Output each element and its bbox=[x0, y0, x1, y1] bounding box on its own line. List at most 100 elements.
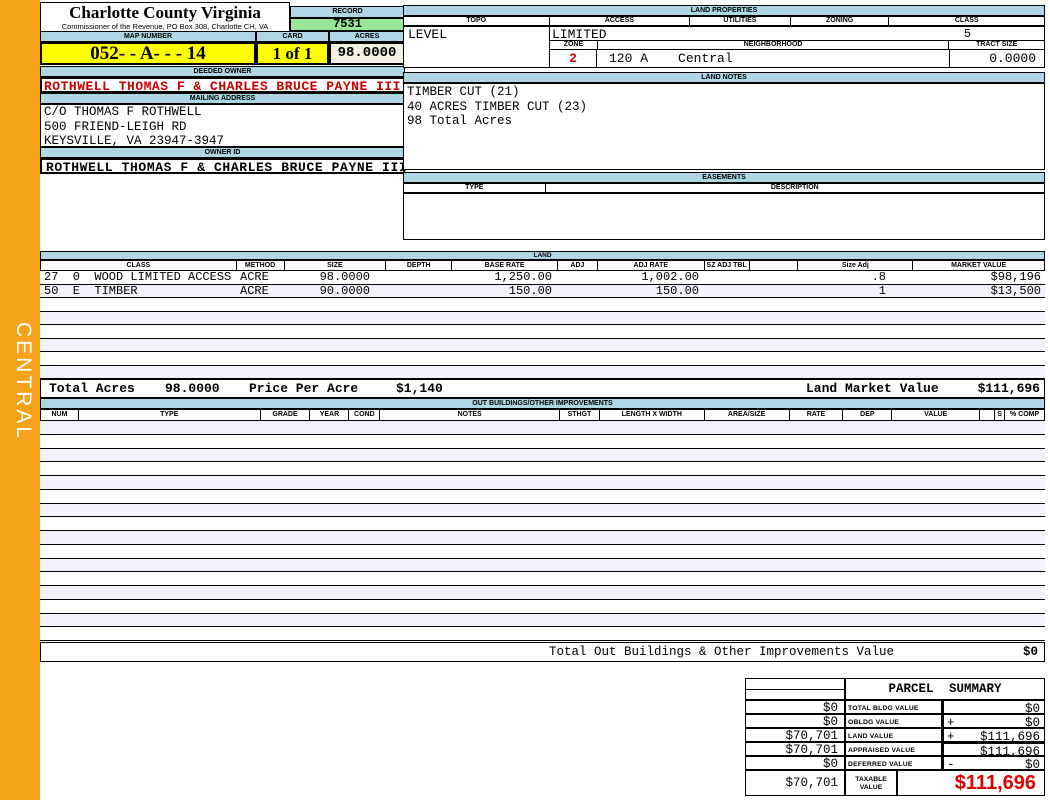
out-buildings-header: OUT BUILDINGS/OTHER IMPROVEMENTS bbox=[40, 398, 1045, 409]
obldg-value-label: OBLDG VALUE bbox=[845, 714, 942, 728]
value: $0 bbox=[1024, 702, 1040, 714]
record-value[interactable]: 7531 bbox=[290, 18, 405, 31]
prior-obldg-value: $0 bbox=[745, 714, 845, 728]
total-bldg-value-label: TOTAL BLDG VALUE bbox=[845, 700, 942, 714]
column-zoning: ZONING bbox=[791, 17, 890, 25]
prior-taxable-value: $70,701 bbox=[745, 770, 845, 796]
empty-row bbox=[40, 517, 1045, 531]
column-adj-rate: ADJ RATE bbox=[598, 261, 705, 270]
column-value: VALUE bbox=[892, 410, 981, 420]
total-acres-label: Total Acres bbox=[49, 381, 135, 396]
topo-value: LEVEL bbox=[408, 27, 448, 42]
card-header: CARD bbox=[256, 31, 329, 42]
land-market-value-total: $111,696 bbox=[977, 381, 1040, 396]
county-title: Charlotte County Virginia bbox=[69, 3, 261, 22]
land-sz-adj-tbl bbox=[705, 285, 750, 298]
column-size-adj: Size Adj bbox=[798, 261, 914, 270]
taxable-label-line: TAXABLE bbox=[855, 776, 887, 783]
column-access: ACCESS bbox=[550, 17, 691, 25]
empty-row bbox=[40, 599, 1045, 614]
land-market-value: $98,196 bbox=[990, 271, 1041, 284]
column-adj: ADJ bbox=[558, 261, 598, 270]
neighborhood-name: Central bbox=[678, 51, 733, 66]
operator: + bbox=[947, 730, 955, 742]
land-section-header: LAND bbox=[40, 251, 1045, 260]
land-size: 90.0000 bbox=[319, 284, 370, 297]
column-tract-size: TRACT SIZE bbox=[976, 41, 1018, 48]
value: $0 bbox=[1024, 716, 1040, 728]
easements-columns: TYPE DESCRIPTION bbox=[403, 183, 1045, 193]
land-size: 98.0000 bbox=[319, 271, 370, 284]
column-cond: COND bbox=[349, 410, 381, 420]
out-buildings-columns: NUM TYPE GRADE YEAR COND NOTES STHGT LEN… bbox=[40, 409, 1045, 421]
deeded-owner-value: ROTHWELL THOMAS F & CHARLES BRUCE PAYNE … bbox=[40, 77, 405, 93]
taxable-value: $111,696 bbox=[897, 770, 1045, 796]
land-method: ACRE bbox=[240, 271, 269, 284]
column-market-value: MARKET VALUE bbox=[951, 262, 1007, 269]
acres-value[interactable]: 98.0000 bbox=[329, 42, 405, 65]
land-notes-header: LAND NOTES bbox=[403, 72, 1045, 83]
empty-row bbox=[40, 489, 1045, 504]
column-area-size: AREA/SIZE bbox=[705, 410, 790, 420]
deferred-value: - $0 bbox=[942, 756, 1045, 770]
land-adj-rate: 150.00 bbox=[655, 284, 699, 297]
empty-row bbox=[40, 544, 1045, 559]
mailing-address-line: 500 FRIEND-LEIGH RD bbox=[44, 119, 187, 134]
land-notes-box: TIMBER CUT (21) 40 ACRES TIMBER CUT (23)… bbox=[403, 83, 1045, 170]
empty-row bbox=[40, 558, 1045, 573]
column-depth: DEPTH bbox=[386, 261, 453, 270]
land-rows: 27 0 WOOD LIMITED ACCESS ACRE 98.0000 1,… bbox=[40, 271, 1045, 379]
easements-body bbox=[403, 193, 1045, 240]
column-s: S bbox=[995, 410, 1006, 420]
easements-header: EASEMENTS bbox=[403, 172, 1045, 183]
empty-row bbox=[40, 613, 1045, 628]
land-value: + $111,696 bbox=[942, 728, 1045, 742]
total-acres-value: 98.0000 bbox=[165, 381, 220, 396]
column-base-rate: BASE RATE bbox=[452, 261, 558, 270]
land-class: 50 E TIMBER bbox=[44, 284, 138, 297]
land-row: 27 0 WOOD LIMITED ACCESS ACRE 98.0000 1,… bbox=[40, 271, 1045, 285]
prior-appraised-value: $70,701 bbox=[745, 742, 845, 756]
land-sz-adj-tbl bbox=[705, 271, 750, 284]
operator: + bbox=[947, 716, 955, 728]
land-blank bbox=[750, 271, 799, 284]
out-buildings-rows bbox=[40, 421, 1045, 641]
column-num: NUM bbox=[41, 410, 79, 420]
prior-total-bldg-value: $0 bbox=[745, 700, 845, 714]
owner-id-header: OWNER ID bbox=[40, 147, 405, 158]
parcel-summary: PARCEL SUMMARY $0 TOTAL BLDG VALUE $0 $0… bbox=[745, 678, 1045, 796]
land-notes-line: 40 ACRES TIMBER CUT (23) bbox=[407, 99, 588, 114]
price-per-acre-value: $1,140 bbox=[396, 381, 443, 396]
land-value-label: LAND VALUE bbox=[845, 728, 942, 742]
column-sz-adj-tbl: SZ ADJ TBL bbox=[705, 261, 750, 270]
land-blank bbox=[750, 285, 799, 298]
out-buildings-total-label: Total Out Buildings & Other Improvements… bbox=[549, 645, 895, 659]
map-number-value[interactable]: 052- - A- - - 14 bbox=[40, 42, 256, 65]
land-class: 27 0 WOOD LIMITED ACCESS bbox=[44, 271, 232, 284]
land-notes-line: 98 Total Acres bbox=[407, 114, 513, 128]
column-class: CLASS bbox=[41, 261, 237, 270]
prior-land-value: $70,701 bbox=[745, 728, 845, 742]
total-bldg-value: $0 bbox=[942, 700, 1045, 714]
deferred-value-label: DEFERRED VALUE bbox=[845, 756, 942, 770]
parcel-summary-title: PARCEL SUMMARY bbox=[845, 678, 1045, 700]
deeded-owner-header: DEEDED OWNER bbox=[40, 66, 405, 77]
column-neighborhood: NEIGHBORHOOD bbox=[598, 41, 950, 49]
column-blank bbox=[980, 410, 996, 420]
land-empty-rows bbox=[40, 298, 1045, 379]
county-title-box: Charlotte County Virginia Commissioner o… bbox=[40, 2, 290, 32]
county-office: Commissioner of the Revenue, PO Box 308,… bbox=[61, 22, 269, 31]
empty-row bbox=[40, 311, 1045, 325]
column-type: TYPE bbox=[404, 184, 546, 192]
neighborhood-code: 120 A bbox=[609, 51, 649, 66]
land-depth bbox=[386, 285, 452, 298]
appraised-value: $111,696 bbox=[942, 742, 1045, 756]
empty-row bbox=[40, 462, 1045, 476]
card-value[interactable]: 1 of 1 bbox=[256, 42, 329, 65]
empty-row bbox=[40, 434, 1045, 449]
price-per-acre-label: Price Per Acre bbox=[249, 381, 359, 396]
taxable-label-line: VALUE bbox=[859, 784, 883, 791]
land-adj bbox=[558, 271, 598, 284]
empty-row bbox=[40, 531, 1045, 545]
mailing-address-box: C/O THOMAS F ROTHWELL 500 FRIEND-LEIGH R… bbox=[40, 104, 405, 148]
